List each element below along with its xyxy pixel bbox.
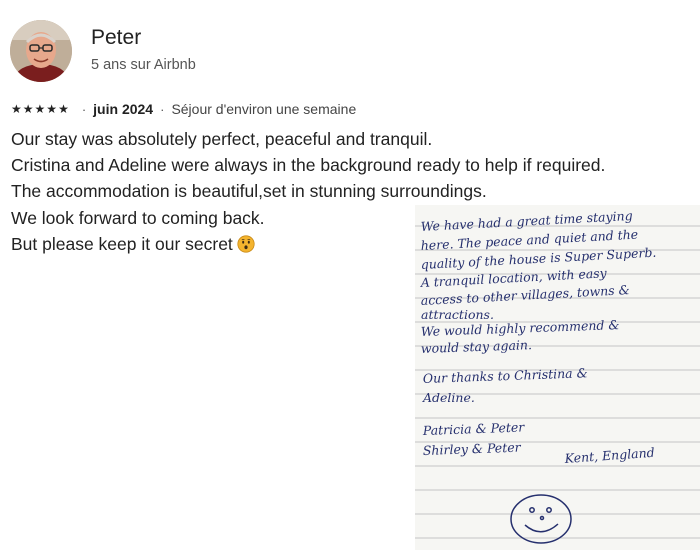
review-meta: ★ ★ ★ ★ ★ · juin 2024 · Séjour d'environ… xyxy=(11,99,356,119)
note-line: would stay again. xyxy=(421,337,533,356)
avatar-photo xyxy=(10,20,72,82)
star-icon: ★ xyxy=(22,102,34,116)
hushed-face-emoji-icon xyxy=(237,235,255,253)
review-line: Cristina and Adeline were always in the … xyxy=(11,155,606,176)
review-line: The accommodation is beautiful,set in st… xyxy=(11,181,487,202)
stay-length: Séjour d'environ une semaine xyxy=(171,101,357,117)
host-avatar[interactable] xyxy=(10,20,72,82)
note-paper: We have had a great time staying here. T… xyxy=(415,208,700,544)
note-line: Adeline. xyxy=(422,390,475,405)
review-line: Our stay was absolutely perfect, peacefu… xyxy=(11,129,433,149)
star-icon: ★ xyxy=(46,102,58,116)
separator-dot: · xyxy=(160,101,165,117)
star-icon: ★ xyxy=(58,102,69,116)
note-location: Kent, England xyxy=(563,445,655,466)
note-signature: Patricia & Peter xyxy=(422,419,526,438)
handwritten-note-photo[interactable]: We have had a great time staying here. T… xyxy=(415,205,700,550)
smiley-face-drawing xyxy=(510,494,572,544)
star-icon: ★ xyxy=(11,102,22,116)
review-line: But please keep it our secret xyxy=(11,233,233,254)
host-tenure: 5 ans sur Airbnb xyxy=(91,57,196,73)
star-icon: ★ xyxy=(34,102,46,116)
note-signature: Shirley & Peter xyxy=(423,440,522,458)
separator-dot: · xyxy=(81,101,87,117)
note-line: Our thanks to Christina & xyxy=(423,365,588,386)
host-name: Peter xyxy=(91,26,142,49)
note-line: attractions. xyxy=(421,307,494,322)
star-rating: ★ ★ ★ ★ ★ xyxy=(11,103,69,115)
review-date: juin 2024 xyxy=(93,101,154,117)
